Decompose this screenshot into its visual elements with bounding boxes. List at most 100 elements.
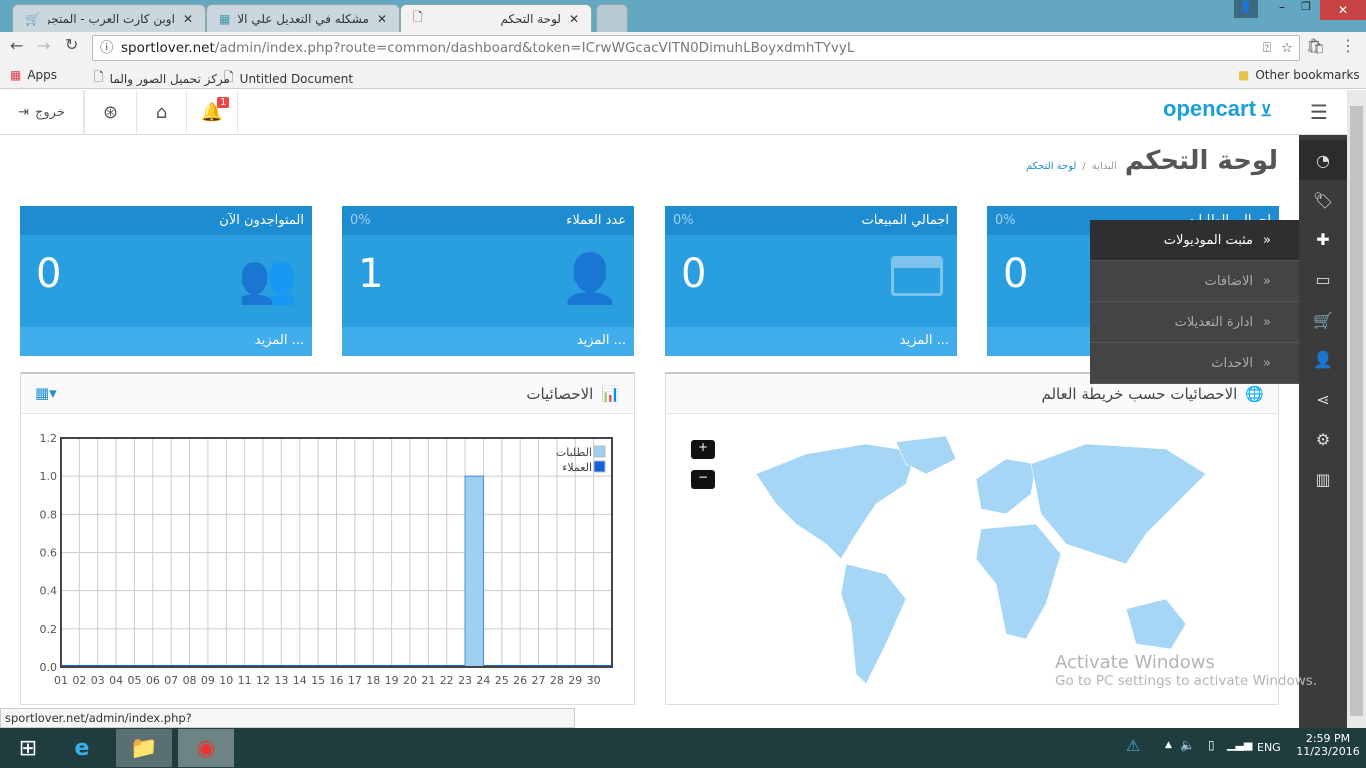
clock[interactable]: 2:59 PM 11/23/2016 bbox=[1296, 732, 1360, 758]
profile-icon[interactable]: 👤 bbox=[1234, 0, 1258, 18]
menu-icon[interactable]: ⋮ bbox=[1340, 36, 1356, 55]
legend-label: العملاء bbox=[562, 461, 592, 474]
x-tick-label: 15 bbox=[311, 674, 325, 687]
logout-button[interactable]: ⇥ خروج bbox=[0, 90, 84, 134]
cart-logo-icon: ⊻ bbox=[1255, 103, 1273, 120]
life-ring-icon: ⊛ bbox=[102, 101, 119, 123]
y-tick-label: 1.2 bbox=[40, 432, 58, 445]
x-tick-label: 12 bbox=[256, 674, 270, 687]
breadcrumb-home[interactable]: البداية bbox=[1092, 161, 1117, 172]
chevron-double-right-icon: » bbox=[1263, 355, 1271, 371]
bookmarks-bar: ▦ Apps 🗋 مركز تحميل الصور والما 🗋 Untitled … bbox=[0, 62, 1366, 89]
x-tick-label: 09 bbox=[201, 674, 215, 687]
page-title: لوحة التحكم bbox=[1124, 146, 1278, 176]
bookmark-image-upload[interactable]: 🗋 مركز تحميل الصور والما bbox=[94, 68, 230, 89]
x-tick-label: 10 bbox=[219, 674, 233, 687]
chart-bar bbox=[464, 475, 484, 668]
tile-customers: 0% عدد العملاء 1 👤 المزيد ... bbox=[342, 206, 634, 356]
x-tick-label: 14 bbox=[293, 674, 307, 687]
x-tick-label: 20 bbox=[403, 674, 417, 687]
battery-icon[interactable]: ▯ bbox=[1208, 738, 1215, 752]
home-icon: ⌂ bbox=[155, 101, 168, 123]
desktop-icon[interactable]: ▭ bbox=[1299, 259, 1347, 299]
calendar-dropdown-icon[interactable]: ▦▾ bbox=[35, 384, 57, 402]
close-tab-icon[interactable]: ✕ bbox=[183, 12, 193, 26]
tags-icon[interactable]: 🏷 bbox=[1299, 180, 1347, 220]
signal-icon[interactable]: ▁▃▅ bbox=[1227, 738, 1252, 751]
more-link[interactable]: المزيد ... bbox=[665, 327, 957, 356]
more-link[interactable]: المزيد ... bbox=[20, 327, 312, 356]
more-link[interactable]: المزيد ... bbox=[342, 327, 634, 356]
home-button[interactable]: ⌂ bbox=[136, 90, 186, 134]
x-tick-label: 11 bbox=[238, 674, 252, 687]
puzzle-icon[interactable]: ✚ bbox=[1299, 219, 1347, 259]
y-tick-label: 0.2 bbox=[40, 623, 58, 636]
chrome-icon[interactable]: ◉ bbox=[178, 729, 234, 767]
x-tick-label: 28 bbox=[550, 674, 564, 687]
asia bbox=[1030, 443, 1207, 565]
admin-header: ⇥ خروج ⊛ ⌂ 🔔 1 opencart ⊻ ☰ bbox=[0, 90, 1347, 135]
back-icon[interactable]: ← bbox=[10, 36, 23, 55]
address-bar[interactable]: ⓘ sportlover.net/admin/index.php?route=c… bbox=[92, 35, 1300, 61]
show-hidden-icons[interactable]: ▲ bbox=[1165, 740, 1172, 750]
file-explorer-icon[interactable]: 📁 bbox=[116, 729, 172, 767]
north-america bbox=[755, 443, 917, 560]
new-tab-button[interactable] bbox=[596, 4, 628, 32]
activate-windows-watermark: Activate Windows Go to PC settings to act… bbox=[1055, 652, 1318, 689]
internet-explorer-icon[interactable]: e bbox=[54, 729, 110, 767]
x-tick-label: 02 bbox=[72, 674, 86, 687]
x-tick-label: 16 bbox=[330, 674, 344, 687]
document-icon: 🗋 bbox=[413, 10, 423, 24]
cart-icon[interactable]: 🛒 bbox=[1299, 300, 1347, 340]
menu-item-extensions[interactable]: الاضافات» bbox=[1090, 261, 1299, 302]
cart-icon: 🛒 bbox=[25, 11, 40, 26]
menu-item-modifications[interactable]: ادارة التعديلات» bbox=[1090, 302, 1299, 343]
menu-item-installer[interactable]: مثبت الموديولات» bbox=[1090, 220, 1299, 261]
bookmark-apps[interactable]: ▦ Apps bbox=[10, 68, 57, 82]
translate-icon[interactable]: ⍰ bbox=[1263, 36, 1271, 60]
x-tick-label: 25 bbox=[495, 674, 509, 687]
zoom-out-button[interactable]: − bbox=[691, 470, 715, 489]
minimize-button[interactable]: – bbox=[1272, 0, 1292, 18]
star-icon[interactable]: ☆ bbox=[1281, 36, 1293, 60]
start-button[interactable]: ⊞ bbox=[0, 729, 56, 767]
close-window-button[interactable]: ✕ bbox=[1320, 0, 1366, 20]
y-tick-label: 0.6 bbox=[40, 547, 58, 560]
europe bbox=[975, 458, 1037, 515]
tab-bar: ✕ اوبن كارت العرب - المتجر ا 🛒 ✕ مشكله في ا… bbox=[0, 0, 1366, 32]
x-tick-label: 07 bbox=[164, 674, 178, 687]
restore-button[interactable]: ❐ bbox=[1296, 0, 1316, 18]
reload-icon[interactable]: ↻ bbox=[65, 35, 78, 54]
credit-card-icon bbox=[891, 250, 943, 296]
scrollbar[interactable] bbox=[1347, 90, 1366, 728]
menu-item-events[interactable]: الاحداث» bbox=[1090, 343, 1299, 384]
opencart-logo[interactable]: opencart ⊻ bbox=[1163, 96, 1272, 122]
other-bookmarks[interactable]: ■ Other bookmarks bbox=[1238, 68, 1360, 82]
south-america bbox=[840, 563, 907, 685]
notifications-button[interactable]: 🔔 1 bbox=[186, 90, 238, 134]
bookmark-untitled[interactable]: 🗋 Untitled Document bbox=[224, 68, 353, 89]
legend-swatch bbox=[593, 445, 606, 458]
tab-dashboard[interactable]: ✕ لوحة التحكم 🗋 bbox=[400, 4, 592, 32]
tab-opencart-arab[interactable]: ✕ اوبن كارت العرب - المتجر ا 🛒 bbox=[12, 4, 206, 32]
document-icon: 🗋 bbox=[224, 70, 234, 84]
share-icon[interactable]: ⋖ bbox=[1299, 379, 1347, 419]
dashboard-icon[interactable]: ◔ bbox=[1299, 140, 1347, 180]
x-tick-label: 13 bbox=[274, 674, 288, 687]
user-icon[interactable]: 👤 bbox=[1299, 339, 1347, 379]
close-tab-icon[interactable]: ✕ bbox=[377, 12, 387, 26]
gear-icon[interactable]: ⚙ bbox=[1299, 419, 1347, 459]
bar-chart-icon[interactable]: ▥ bbox=[1299, 459, 1347, 499]
language-indicator[interactable]: ENG bbox=[1257, 741, 1281, 754]
x-tick-label: 06 bbox=[146, 674, 160, 687]
breadcrumb-dashboard[interactable]: لوحة التحكم bbox=[1026, 161, 1076, 172]
volume-icon[interactable]: 🔈 bbox=[1180, 738, 1195, 752]
update-warning-icon[interactable]: ⚠ bbox=[1126, 736, 1140, 755]
help-button[interactable]: ⊛ bbox=[84, 90, 136, 134]
close-tab-icon[interactable]: ✕ bbox=[569, 12, 579, 26]
tab-forum[interactable]: ✕ مشكله في التعديل علي الا ▦ bbox=[206, 4, 400, 32]
forward-icon[interactable]: → bbox=[37, 36, 50, 55]
menu-toggle-icon[interactable]: ☰ bbox=[1310, 100, 1328, 124]
zoom-in-button[interactable]: + bbox=[691, 440, 715, 459]
extension-icon[interactable]: 🛍 bbox=[1306, 37, 1325, 55]
